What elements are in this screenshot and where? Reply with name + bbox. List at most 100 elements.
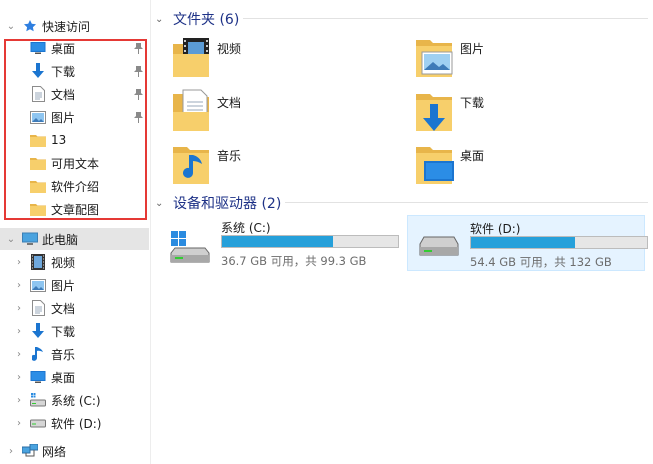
quick-access-item-pictures[interactable]: 图片 [0,106,149,128]
quick-access-item-available-text[interactable]: 可用文本 [0,152,149,174]
folder-name: 桌面 [460,149,485,163]
tree-item-label: 桌面 [51,370,76,385]
tree-item-network[interactable]: › 网络 [0,440,149,462]
section-title: 设备和驱动器 (2) [173,196,282,212]
drive-c-icon [169,231,211,263]
quick-access-item-13[interactable]: 13 [0,129,149,151]
chevron-down-icon[interactable]: ⌄ [6,21,16,32]
quick-access-item-documents[interactable]: 文档 [0,83,149,105]
folder-icon [30,201,46,217]
chevron-right-icon[interactable]: › [14,418,24,429]
pin-icon[interactable] [134,111,143,123]
tree-item-label: 13 [51,133,67,147]
tree-item-label: 文章配图 [51,202,100,217]
pc-item-music[interactable]: › 音乐 [0,343,149,365]
music-icon [30,346,46,362]
star-icon [22,18,38,34]
drive-tile-d[interactable]: 软件 (D:) 54.4 GB 可用，共 132 GB [407,215,648,271]
chevron-right-icon[interactable]: › [14,326,24,337]
tree-item-label: 系统 (C:) [51,393,101,408]
drive-c-icon [30,392,46,408]
pin-icon[interactable] [134,65,143,77]
video-folder-icon [169,34,213,80]
document-folder-icon [169,88,213,134]
folder-tile-videos[interactable]: 视频 [151,34,381,84]
quick-access-item-software-intro[interactable]: 软件介绍 [0,175,149,197]
tree-item-label: 桌面 [51,41,76,56]
navigation-pane: ⌄ 快速访问 桌面 下载 文档 图片 13 可用文本 软件介绍 文章配图 ⌄ 此… [0,0,151,464]
tree-item-label: 网络 [42,444,67,459]
tree-item-quick-access[interactable]: ⌄ 快速访问 [0,15,149,37]
folder-name: 文档 [217,96,242,110]
chevron-down-icon[interactable]: ⌄ [155,198,167,209]
pin-icon[interactable] [134,42,143,54]
pin-icon[interactable] [134,88,143,100]
folder-name: 图片 [460,42,485,56]
pc-item-drive-c[interactable]: › 系统 (C:) [0,389,149,411]
chevron-right-icon[interactable]: › [14,280,24,291]
folder-tile-music[interactable]: 音乐 [151,141,381,191]
tree-item-label: 此电脑 [42,232,79,247]
drive-d-icon [30,415,46,431]
picture-icon [30,277,46,293]
tree-item-label: 下载 [51,64,76,79]
drive-tile-c[interactable]: 系统 (C:) 36.7 GB 可用，共 99.3 GB [159,215,399,269]
drive-usage-fill [222,236,333,247]
chevron-right-icon[interactable]: › [14,395,24,406]
pc-item-desktop[interactable]: › 桌面 [0,366,149,388]
tree-item-label: 下载 [51,324,76,339]
tree-item-label: 可用文本 [51,156,100,171]
drive-usage-bar [470,236,648,249]
chevron-right-icon[interactable]: › [14,372,24,383]
section-header-drives[interactable]: ⌄ 设备和驱动器 (2) [151,193,281,213]
folder-name: 视频 [217,42,242,56]
chevron-down-icon[interactable]: ⌄ [155,14,167,25]
section-header-folders[interactable]: ⌄ 文件夹 (6) [151,9,239,29]
tree-item-label: 图片 [51,278,76,293]
desktop-icon [30,369,46,385]
drive-d-icon [418,232,460,262]
drive-usage-fill [471,237,575,248]
folder-name: 音乐 [217,149,242,163]
picture-folder-icon [412,34,456,80]
chevron-down-icon[interactable]: ⌄ [6,234,16,245]
drive-usage-bar [221,235,399,248]
folder-name: 下载 [460,96,485,110]
drive-free-space: 36.7 GB 可用，共 99.3 GB [221,254,367,268]
pc-item-downloads[interactable]: › 下载 [0,320,149,342]
quick-access-item-desktop[interactable]: 桌面 [0,37,149,59]
chevron-right-icon[interactable]: › [6,446,16,457]
tree-item-this-pc[interactable]: ⌄ 此电脑 [0,228,149,250]
folder-tile-downloads[interactable]: 下载 [394,88,624,138]
pc-item-documents[interactable]: › 文档 [0,297,149,319]
tree-item-label: 文档 [51,301,76,316]
drive-free-space: 54.4 GB 可用，共 132 GB [470,255,612,269]
quick-access-item-article-images[interactable]: 文章配图 [0,198,149,220]
section-divider [243,18,648,19]
pc-item-videos[interactable]: › 视频 [0,251,149,273]
video-icon [30,254,46,270]
tree-item-label: 快速访问 [42,19,91,34]
download-icon [30,63,46,79]
folder-icon [30,178,46,194]
picture-icon [30,109,46,125]
quick-access-item-downloads[interactable]: 下载 [0,60,149,82]
tree-item-label: 视频 [51,255,76,270]
folder-tile-pictures[interactable]: 图片 [394,34,624,84]
section-title: 文件夹 (6) [173,12,240,28]
desktop-icon [30,40,46,56]
tree-item-label: 文档 [51,87,76,102]
folder-tile-desktop[interactable]: 桌面 [394,141,624,191]
chevron-right-icon[interactable]: › [14,257,24,268]
chevron-right-icon[interactable]: › [14,303,24,314]
pc-item-pictures[interactable]: › 图片 [0,274,149,296]
drive-name: 软件 (D:) [470,222,521,236]
download-icon [30,323,46,339]
folder-tile-documents[interactable]: 文档 [151,88,381,138]
tree-item-label: 音乐 [51,347,76,362]
content-pane: ⌄ 文件夹 (6) 视频 图片 文档 下载 音乐 桌面 ⌄ 设备和驱动器 (2)… [151,0,653,464]
chevron-right-icon[interactable]: › [14,349,24,360]
tree-item-label: 图片 [51,110,76,125]
music-folder-icon [169,141,213,187]
pc-item-drive-d[interactable]: › 软件 (D:) [0,412,149,434]
